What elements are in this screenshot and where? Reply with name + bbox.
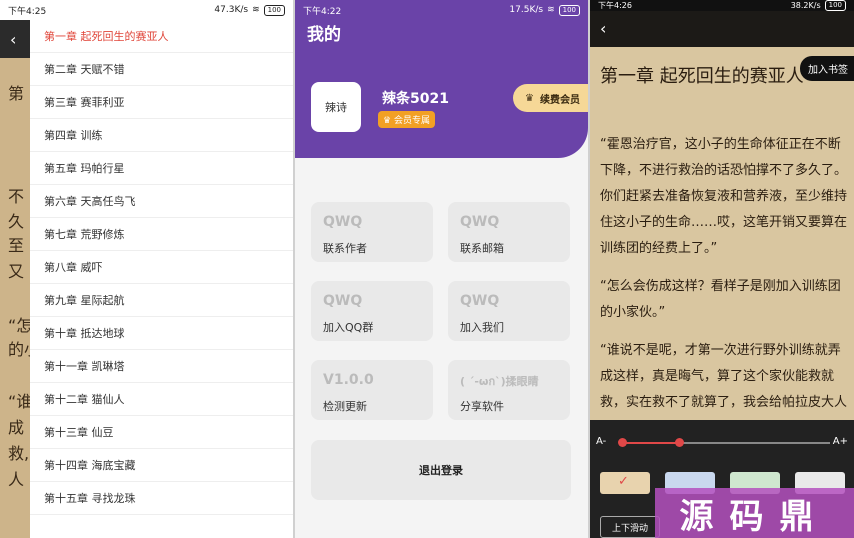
battery-icon: 100 (558, 4, 580, 16)
reader-peek-char: “怎 (8, 316, 33, 335)
reader-paragraph: “霍恩治疗官，这小子的生命体征正在不断下降，不进行救治的话恐怕撑不了多久了。你们… (600, 137, 848, 256)
chapter-item[interactable]: 第九章 星际起航 (30, 284, 293, 317)
chapter-item[interactable]: 第十三章 仙豆 (30, 416, 293, 449)
chapter-item[interactable]: 第三章 赛菲利亚 (30, 86, 293, 119)
wifi-icon: ≋ (547, 5, 555, 15)
page-title: 我的 (307, 25, 341, 45)
back-arrow-icon[interactable]: ‹ (10, 30, 16, 49)
reader-peek-char: 救, (8, 444, 30, 463)
action-card-label: 分享软件 (460, 400, 504, 413)
reader-topbar: ‹ (590, 11, 854, 47)
action-card[interactable]: QWQ 联系邮箱 (448, 202, 570, 262)
slider-knob[interactable] (674, 438, 684, 447)
status-bar: 下午4:22 17.5K/s ≋ 100 (295, 0, 588, 20)
action-card[interactable]: QWQ 联系作者 (311, 202, 433, 262)
status-bar: 下午4:26 38.2K/s 100 (590, 0, 854, 11)
slider-fill (620, 442, 679, 444)
reader-peek-char: 人 (8, 470, 25, 489)
avatar-text: 辣诗 (325, 101, 347, 114)
action-card-caption: QWQ (323, 293, 363, 309)
status-time: 下午4:22 (303, 6, 342, 17)
reader-peek-char: 成 (8, 418, 25, 437)
status-time: 下午4:25 (8, 6, 47, 17)
action-card-label: 检测更新 (323, 400, 367, 413)
action-card-label: 加入我们 (460, 321, 504, 334)
chapter-item[interactable]: 第十二章 猫仙人 (30, 383, 293, 416)
network-speed: 47.3K/s (214, 5, 249, 15)
font-increase-label[interactable]: A+ (833, 436, 848, 447)
chapter-item[interactable]: 第二章 天赋不错 (30, 53, 293, 86)
chapter-item[interactable]: 第七章 荒野修炼 (30, 218, 293, 251)
reader-peek-char: “谁 (8, 392, 33, 411)
slider-knob-start[interactable] (618, 438, 627, 447)
chapter-item[interactable]: 第六章 天高任鸟飞 (30, 185, 293, 218)
action-card[interactable]: ( ´-ωก`)揉眼睛 分享软件 (448, 360, 570, 420)
crown-icon: ♛ (525, 92, 534, 104)
reader-paragraph: “怎么会伤成这样？看样子是刚加入训练团的小家伙。” (600, 279, 841, 320)
reader-peek-char: 至 (8, 236, 25, 255)
chapter-item[interactable]: 第五章 玛帕行星 (30, 152, 293, 185)
battery-icon: 100 (824, 0, 846, 11)
renew-label: 续费会员 (539, 94, 580, 106)
status-time: 下午4:26 (598, 1, 632, 10)
action-card-caption: QWQ (323, 214, 363, 230)
battery-icon: 100 (263, 4, 285, 16)
network-speed: 17.5K/s (509, 5, 544, 15)
reader-peek-char: 久 (8, 212, 25, 231)
crown-icon: ♛ (383, 116, 392, 126)
chapter-item[interactable]: 第十章 抵达地球 (30, 317, 293, 350)
avatar[interactable]: 辣诗 (311, 82, 361, 132)
check-icon: ✓ (618, 474, 629, 489)
action-card-label: 联系作者 (323, 242, 367, 255)
reader-peek-char: 又 (8, 262, 25, 281)
username: 辣条5021 (382, 91, 449, 107)
chapter-item[interactable]: 第八章 威吓 (30, 251, 293, 284)
reader-screen: 下午4:26 38.2K/s 100 ‹ 加入书签 第一章 起死回生的赛亚人 “… (590, 0, 854, 538)
chapter-item[interactable]: 第四章 训练 (30, 119, 293, 152)
status-bar: 下午4:25 47.3K/s ≋ 100 (0, 0, 293, 20)
logout-label: 退出登录 (419, 464, 463, 477)
scroll-mode-button[interactable]: 上下滑动 (600, 516, 660, 538)
action-card-caption: QWQ (460, 293, 500, 309)
reader-peek-char: 第 (8, 84, 25, 103)
logout-button[interactable]: 退出登录 (311, 440, 571, 500)
wifi-icon: ≋ (252, 5, 260, 15)
chapter-list: 第一章 起死回生的赛亚人 第二章 天赋不错 第三章 赛菲利亚 第四章 训练 第五章 玛帕… (30, 20, 293, 515)
chapter-item[interactable]: 第十五章 寻找龙珠 (30, 482, 293, 515)
add-bookmark-button[interactable]: 加入书签 (800, 56, 854, 81)
action-card-caption: ( ´-ωก`)揉眼睛 (460, 375, 539, 388)
back-arrow-icon[interactable]: ‹ (600, 19, 606, 38)
chapter-item[interactable]: 第十四章 海底宝藏 (30, 449, 293, 482)
chapter-title: 第一章 起死回生的赛亚人 (600, 66, 804, 87)
background-swatch[interactable]: ✓ (600, 472, 650, 494)
renew-membership-button[interactable]: ♛ 续费会员 (513, 84, 588, 112)
action-card[interactable]: QWQ 加入我们 (448, 281, 570, 341)
chapter-item[interactable]: 第十一章 凯琳塔 (30, 350, 293, 383)
chapter-list-screen: 下午4:25 47.3K/s ≋ 100 ‹ 第不久至又 “怎 的小 “谁成救, 人 第… (0, 0, 293, 538)
watermark: 源码鼎 (655, 488, 854, 538)
vip-badge-label: 会员专属 (393, 116, 430, 126)
profile-screen: 下午4:22 17.5K/s ≋ 100 我的 辣诗 辣条5021 ♛ 会员专属… (295, 0, 588, 538)
action-card-caption: QWQ (460, 214, 500, 230)
action-card[interactable]: QWQ 加入QQ群 (311, 281, 433, 341)
chapter-item[interactable]: 第一章 起死回生的赛亚人 (30, 20, 293, 53)
network-speed: 38.2K/s (790, 1, 821, 10)
action-card[interactable]: V1.0.0 检测更新 (311, 360, 433, 420)
font-decrease-label[interactable]: A- (596, 436, 606, 447)
action-card-label: 加入QQ群 (323, 321, 374, 334)
action-card-label: 联系邮箱 (460, 242, 504, 255)
font-size-slider[interactable]: A- A+ (596, 436, 848, 450)
reader-text: “霍恩治疗官，这小子的生命体征正在不断下降，不进行救治的话恐怕撑不了多久了。你们… (600, 132, 852, 454)
reader-peek-char: 不 (8, 187, 25, 206)
vip-badge: ♛ 会员专属 (378, 111, 435, 128)
action-card-caption: V1.0.0 (323, 372, 374, 388)
